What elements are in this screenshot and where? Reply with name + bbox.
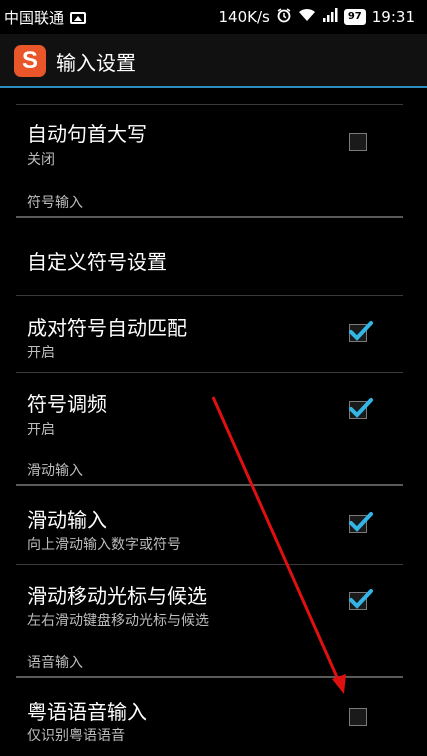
checkmark-icon <box>349 512 373 532</box>
setting-title: 符号调频 <box>27 392 107 416</box>
section-divider <box>16 216 403 218</box>
checkmark-icon <box>349 398 373 418</box>
swipe-input-checkbox[interactable] <box>349 512 373 533</box>
clock: 19:31 <box>371 8 415 26</box>
page-title: 输入设置 <box>56 51 136 75</box>
cantonese-checkbox[interactable] <box>349 708 367 726</box>
section-divider <box>16 676 403 678</box>
network-speed: 140K/s <box>218 8 270 26</box>
action-bar: S 输入设置 <box>0 34 427 88</box>
section-header-symbol: 符号输入 <box>27 195 83 211</box>
setting-title: 滑动输入 <box>27 508 107 532</box>
setting-summary: 左右滑动键盘移动光标与候选 <box>27 613 209 629</box>
setting-summary: 仅识别粤语语音 <box>27 728 125 744</box>
setting-title: 粤语语音输入 <box>27 700 147 724</box>
row-divider <box>16 372 403 373</box>
checkmark-icon <box>349 321 373 341</box>
checkmark-icon <box>349 589 373 609</box>
battery-icon: 97 <box>343 9 366 25</box>
section-header-swipe: 滑动输入 <box>27 463 83 479</box>
setting-summary: 关闭 <box>27 152 55 168</box>
setting-summary: 开启 <box>27 345 55 361</box>
auto-cap-checkbox[interactable] <box>349 133 367 151</box>
setting-title: 自定义符号设置 <box>27 250 167 274</box>
setting-title: 成对符号自动匹配 <box>27 316 187 340</box>
row-divider <box>16 104 403 105</box>
wifi-icon <box>298 8 316 26</box>
status-bar: 中国联通 140K/s 97 19:31 <box>0 0 427 34</box>
signal-icon <box>322 8 338 26</box>
annotation-arrow-icon <box>211 396 346 694</box>
alarm-icon <box>276 7 292 27</box>
setting-summary: 开启 <box>27 422 55 438</box>
symbol-freq-checkbox[interactable] <box>349 398 373 419</box>
app-logo-icon[interactable]: S <box>14 45 46 77</box>
row-divider <box>16 295 403 296</box>
pair-match-checkbox[interactable] <box>349 321 373 342</box>
setting-title: 滑动移动光标与候选 <box>27 584 207 608</box>
setting-title: 自动句首大写 <box>27 122 147 146</box>
swipe-cursor-checkbox[interactable] <box>349 589 373 610</box>
setting-summary: 向上滑动输入数字或符号 <box>27 537 181 553</box>
row-divider <box>16 564 403 565</box>
section-header-voice: 语音输入 <box>27 655 83 671</box>
carrier-label: 中国联通 <box>4 9 65 27</box>
section-divider <box>16 484 403 486</box>
image-notification-icon <box>70 11 87 24</box>
